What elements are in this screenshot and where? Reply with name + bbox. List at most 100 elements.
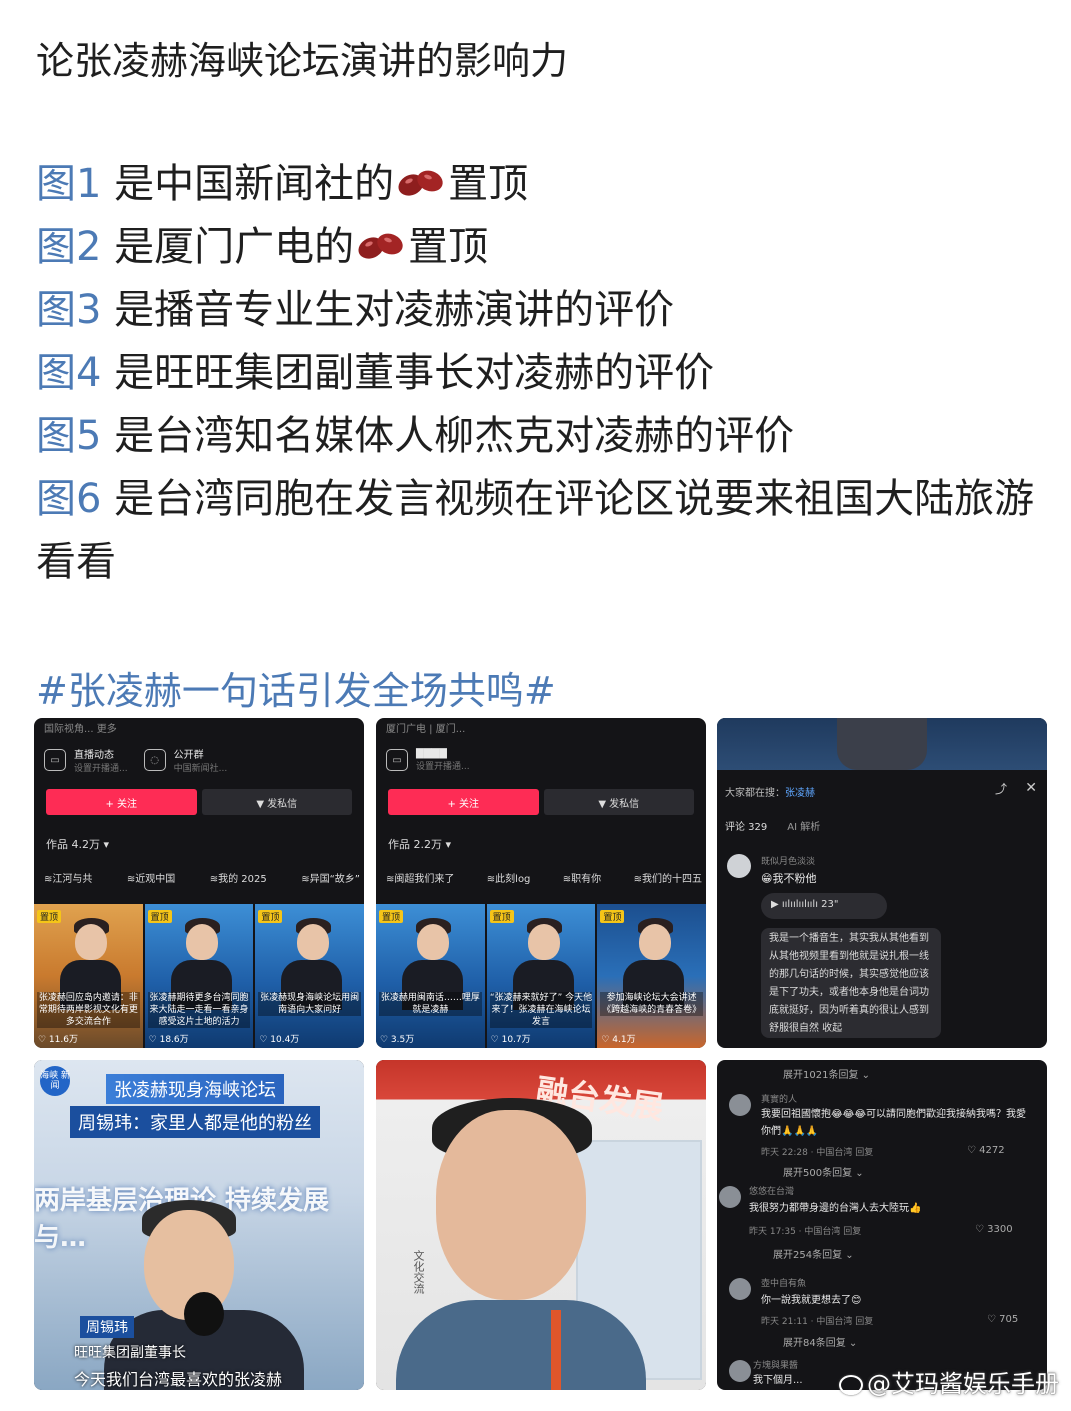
hashtag-link[interactable]: #张凌赫一句话引发全场共鸣# xyxy=(36,660,556,715)
avatar[interactable] xyxy=(729,1278,751,1300)
image-3-comment-screenshot[interactable]: 大家都在搜：张凌赫 ⤴ ✕ 评论 329 AI 解析 既似月色淡淡 😁我不粉他 … xyxy=(717,718,1047,1048)
image-4-news-photo[interactable]: 两岸基层治理论 持续发展与… 海峡 新闻 张凌赫现身海峡论坛 周锡玮：家里人都是… xyxy=(34,1060,364,1390)
collection-tab[interactable]: ≋近观中国 xyxy=(127,870,175,892)
live-updates-chip[interactable]: ▭ 直播动态 设置开播通... xyxy=(44,746,128,774)
image-5-portrait-photo[interactable]: 融台发展 文化交流 xyxy=(376,1060,706,1390)
like-count[interactable]: ♡ 3300 xyxy=(975,1224,1013,1235)
live-updates-chip[interactable]: ▭ ▇▇▇▇ 设置开播通... xyxy=(386,748,470,772)
video-thumbnail[interactable]: 置顶 张凌赫现身海峡论坛用闽南语向大家问好 ♡ 10.4万 xyxy=(255,904,364,1048)
works-count[interactable]: 作品 4.2万 ▾ xyxy=(46,836,109,852)
board-side-text: 文化交流 xyxy=(412,1250,425,1294)
comment-username[interactable]: 悠悠在台灣 xyxy=(749,1184,794,1197)
image-1-profile-screenshot[interactable]: 国际视角... 更多 ▭ 直播动态 设置开播通... ◌ 公开群 中国新闻社... … xyxy=(34,718,364,1048)
microphone-icon xyxy=(184,1292,224,1336)
collection-tab[interactable]: ≋江河与共 xyxy=(44,870,92,892)
video-thumbnail[interactable]: 置顶 “张凌赫来就好了” 今天他来了！张凌赫在海峡论坛发言 ♡ 10.7万 xyxy=(486,904,596,1048)
person-head xyxy=(638,924,671,960)
collection-tab[interactable]: ≋闽超我们来了 xyxy=(386,870,454,892)
video-likes: ♡ 18.6万 xyxy=(148,1035,189,1045)
figure-link[interactable]: 图6 xyxy=(36,476,101,522)
figure-link[interactable]: 图3 xyxy=(36,287,101,333)
trending-search[interactable]: 大家都在搜：张凌赫 xyxy=(725,784,815,799)
expand-replies[interactable]: 展开84条回复 ⌄ xyxy=(783,1334,857,1349)
image-2-profile-screenshot[interactable]: 厦门广电 | 厦门... ▭ ▇▇▇▇ 设置开播通... + 关注 ▼ 发私信 作… xyxy=(376,718,706,1048)
image-grid: 国际视角... 更多 ▭ 直播动态 设置开播通... ◌ 公开群 中国新闻社... … xyxy=(34,718,1048,1390)
video-thumbnail[interactable]: 置顶 张凌赫用闽南话……哩厚就是凌赫 ♡ 3.5万 xyxy=(376,904,485,1048)
news-headline: 张凌赫现身海峡论坛 xyxy=(106,1074,284,1104)
chip-title: 公开群 xyxy=(173,750,204,761)
pinned-badge: 置顶 xyxy=(37,910,62,923)
avatar[interactable] xyxy=(729,1094,751,1116)
like-count[interactable]: ♡ 4272 xyxy=(967,1145,1005,1156)
public-group-chip[interactable]: ◌ 公开群 中国新闻社... xyxy=(143,746,228,774)
chip-title: 直播动态 xyxy=(74,750,114,761)
video-thumbnail[interactable]: 置顶 张凌赫回应岛内邀请：非常期待两岸影视文化有更多交流合作 ♡ 11.6万 xyxy=(34,904,143,1048)
figure-line: 图3 是播音专业生对凌赫演讲的评价 xyxy=(36,279,1046,342)
works-count[interactable]: 作品 2.2万 ▾ xyxy=(388,836,451,852)
figure-link[interactable]: 图4 xyxy=(36,350,101,396)
profile-top-text: 国际视角... 更多 xyxy=(44,724,117,735)
avatar[interactable] xyxy=(727,854,751,878)
follow-button[interactable]: + 关注 xyxy=(388,789,539,815)
figure-line: 图4 是旺旺集团副董事长对凌赫的评价 xyxy=(36,342,1046,405)
comment-username[interactable]: 壺中自有魚 xyxy=(761,1276,806,1289)
figure-text-suffix: 置顶 xyxy=(408,224,489,270)
watermark: @艾玛酱娱乐手册 xyxy=(839,1364,1059,1399)
video-likes: ♡ 3.5万 xyxy=(380,1035,415,1045)
comment-username[interactable]: 方塊與果醬 xyxy=(753,1358,798,1371)
avatar[interactable] xyxy=(719,1186,741,1208)
search-term[interactable]: 张凌赫 xyxy=(785,788,815,799)
share-icon[interactable]: ⤴ xyxy=(995,780,1007,797)
message-button[interactable]: ▼ 发私信 xyxy=(201,789,352,815)
video-thumbnail[interactable]: 置顶 张凌赫期待更多台湾同胞来大陆走一走看一看亲身感受这片土地的活力 ♡ 18.… xyxy=(144,904,254,1048)
transcript-bubble: 我是一个播音生，其实我从其他看到从其他视频里看到他就是说扎根一线的那几句话的时候… xyxy=(761,928,941,1038)
person-head xyxy=(296,924,329,960)
figure-link[interactable]: 图5 xyxy=(36,413,101,459)
like-count[interactable]: ♡ 705 xyxy=(987,1314,1018,1325)
lanyard xyxy=(551,1310,561,1390)
image-6-comment-list[interactable]: 展开1021条回复 ⌄ 真實的人 我要回祖國懷抱😂😂😂可以請同胞們歡迎我接納我嗎… xyxy=(717,1060,1047,1390)
video-grid: 置顶 张凌赫回应岛内邀请：非常期待两岸影视文化有更多交流合作 ♡ 11.6万 置… xyxy=(34,904,364,1048)
avatar[interactable] xyxy=(729,1360,751,1382)
tab-ai-analysis[interactable]: AI 解析 xyxy=(787,818,820,833)
expand-replies[interactable]: 展开254条回复 ⌄ xyxy=(773,1246,854,1261)
comment-username[interactable]: 既似月色淡淡 xyxy=(761,854,815,867)
figure-line: 图1 是中国新闻社的 置顶 xyxy=(36,153,1046,216)
comment-username[interactable]: 真實的人 xyxy=(761,1092,797,1105)
tv-icon: ▭ xyxy=(44,749,66,771)
voice-message[interactable]: ▶ ıılıılıılıılı 23" xyxy=(761,893,887,919)
video-likes: ♡ 10.4万 xyxy=(259,1035,300,1045)
profile-feature-row: ▭ ▇▇▇▇ 设置开播通... xyxy=(386,740,696,780)
collection-tab[interactable]: ≋职有你 xyxy=(563,870,601,892)
message-button[interactable]: ▼ 发私信 xyxy=(543,789,694,815)
red-bean-icon xyxy=(358,233,403,259)
figure-text: 是旺旺集团副董事长对凌赫的评价 xyxy=(101,350,715,396)
close-icon[interactable]: ✕ xyxy=(1025,780,1037,796)
video-likes: ♡ 4.1万 xyxy=(601,1035,636,1045)
collection-tab[interactable]: ≋我的 2025 xyxy=(210,870,267,892)
comment-meta: 昨天 17:35 · 中国台湾 回复 xyxy=(749,1227,862,1237)
quote-caption: 今天我们台湾最喜欢的张凌赫 xyxy=(74,1370,283,1389)
collection-tab[interactable]: ≋此刻log xyxy=(487,870,531,892)
collection-tab[interactable]: ≋我们的十四五 xyxy=(634,870,702,892)
chip-subtitle: 中国新闻社... xyxy=(173,764,228,774)
figure-text-suffix: 置顶 xyxy=(448,161,529,207)
collection-tab[interactable]: ≋异国“故乡” xyxy=(301,870,360,892)
figure-text: 是厦门广电的 xyxy=(101,224,355,270)
follow-button[interactable]: + 关注 xyxy=(46,789,197,815)
figure-link[interactable]: 图2 xyxy=(36,224,101,270)
video-thumbnail[interactable]: 置顶 参加海峡论坛大会讲述《跨越海峡的青春答卷》 ♡ 4.1万 xyxy=(597,904,706,1048)
news-subheadline: 周锡玮：家里人都是他的粉丝 xyxy=(70,1106,320,1138)
expand-replies[interactable]: 展开500条回复 ⌄ xyxy=(783,1164,864,1179)
collections-row: ≋江河与共 ≋近观中国 ≋我的 2025 ≋异国“故乡” xyxy=(44,870,360,892)
tab-comments[interactable]: 评论 329 xyxy=(725,818,767,833)
profile-buttons: + 关注 ▼ 发私信 xyxy=(388,789,694,815)
video-likes: ♡ 10.7万 xyxy=(490,1035,531,1045)
channel-logo: 海峡 新闻 xyxy=(40,1066,70,1096)
video-caption: 张凌赫期待更多台湾同胞来大陆走一走看一看亲身感受这片土地的活力 xyxy=(147,992,251,1028)
expand-replies[interactable]: 展开1021条回复 ⌄ xyxy=(783,1066,870,1081)
speaker-name: 周锡玮 xyxy=(80,1316,134,1338)
figure-link[interactable]: 图1 xyxy=(36,161,101,207)
person-jacket xyxy=(396,1300,646,1390)
comment-text: 我很努力都帶身邊的台灣人去大陸玩👍 xyxy=(749,1203,922,1214)
